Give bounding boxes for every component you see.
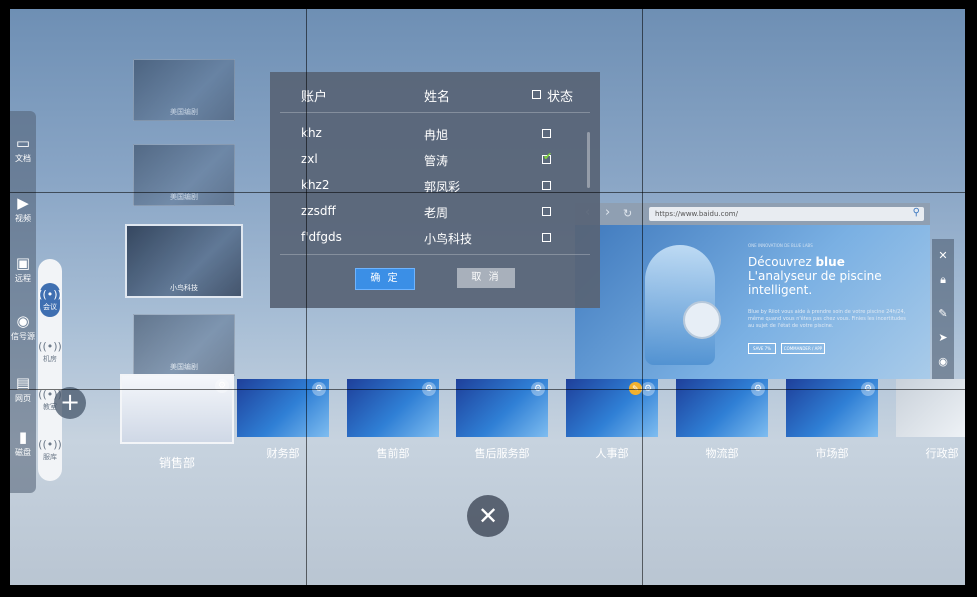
web-headline: Découvrez blue L'analyseur de piscine in…: [748, 255, 882, 297]
scrollbar[interactable]: [587, 132, 590, 188]
screen-seam: [306, 9, 307, 585]
web-button[interactable]: SAVE 7%: [748, 343, 776, 354]
department-card[interactable]: ⚙ 财务部: [237, 379, 329, 460]
department-card[interactable]: ⚙ 物流部: [676, 379, 768, 460]
row-checkbox[interactable]: [542, 181, 551, 190]
table-row[interactable]: khz 冉旭: [270, 122, 600, 148]
web-tagline: ONE INNOVATION DE BLUE LABS: [748, 243, 813, 248]
url-bar[interactable]: https://www.baidu.com/⚲: [649, 207, 924, 221]
web-button[interactable]: COMMANDER / APP: [781, 343, 825, 354]
video-wall-screen: 美国编剧 美国编剧 小鸟科技 美国编剧 ‹ › ↻ https://www.ba…: [10, 9, 965, 585]
webpage-content: ONE INNOVATION DE BLUE LABS Découvrez bl…: [575, 225, 930, 379]
signal-submenu: ((•)) 会议 ((•)) 机房 ((•)) 教室 ((•)) 服库: [38, 259, 62, 481]
broadcast-icon: ((•)): [38, 438, 62, 451]
web-body-text: Blue by Riiot vous aide à prendre soin d…: [748, 309, 906, 329]
department-card[interactable]: ⚙ 市场部: [786, 379, 878, 460]
divider: [280, 112, 590, 113]
screen-seam: [642, 9, 643, 585]
search-icon[interactable]: ⚲: [913, 206, 920, 220]
row-checkbox[interactable]: [542, 129, 551, 138]
broadcast-icon: ((•)): [38, 340, 62, 353]
select-all-checkbox[interactable]: [532, 90, 541, 99]
department-card-selected[interactable]: ⚙ 销售部: [120, 374, 234, 470]
monitor-icon: ▣: [15, 254, 31, 272]
browser-window[interactable]: ‹ › ↻ https://www.baidu.com/⚲ ONE INNOVA…: [575, 203, 930, 379]
left-dock: ▭ 文档 ▶ 视频 ▣ 远程 ◉ 信号源 ▤ 网页 ▮ 磁盘: [10, 111, 36, 493]
department-card[interactable]: ⚙ 售后服务部: [456, 379, 548, 460]
divider: [280, 254, 590, 255]
table-row[interactable]: zxl 管涛: [270, 148, 600, 174]
folder-icon: ▭: [15, 134, 31, 152]
lock-icon[interactable]: 🔒︎: [932, 273, 954, 287]
account-dialog: 账户 姓名 状态 khz 冉旭 zxl 管涛 khz2 郭凤彩 zzsdff 老…: [270, 72, 600, 308]
play-icon: ▶: [17, 194, 29, 212]
table-row[interactable]: zzsdff 老周: [270, 200, 600, 226]
row-checkbox-checked[interactable]: [542, 150, 552, 164]
product-badge: [683, 301, 721, 339]
confirm-button[interactable]: 确 定: [355, 268, 415, 290]
scene-thumbnail[interactable]: 美国编剧: [133, 314, 235, 376]
dock-item-disk[interactable]: ▮ 磁盘: [10, 429, 36, 458]
pointer-icon[interactable]: ➤: [932, 331, 954, 344]
department-card[interactable]: ⚙ 售前部: [347, 379, 439, 460]
dock-item-signal-source[interactable]: ◉ 信号源: [10, 313, 36, 342]
refresh-icon[interactable]: ↻: [623, 207, 632, 220]
scene-thumbnail-selected[interactable]: 小鸟科技: [125, 224, 243, 298]
header-status: 状态: [547, 90, 574, 105]
disk-icon: ▮: [18, 428, 28, 446]
broadcast-icon: ((•)): [38, 288, 62, 301]
signal-icon: ◉: [16, 312, 30, 330]
submenu-item-server-room[interactable]: ((•)) 机房: [38, 341, 62, 364]
close-button[interactable]: ✕: [467, 495, 509, 537]
submenu-item-meeting[interactable]: ((•)) 会议: [38, 283, 62, 317]
row-checkbox[interactable]: [542, 233, 551, 242]
dock-item-documents[interactable]: ▭ 文档: [10, 135, 36, 164]
pen-icon[interactable]: ✎: [932, 307, 954, 320]
scene-thumbnail[interactable]: 美国编剧: [133, 59, 235, 121]
table-row[interactable]: khz2 郭凤彩: [270, 174, 600, 200]
department-card[interactable]: ✎ ⚙ 人事部: [566, 379, 658, 460]
browser-toolbar: ‹ › ↻ https://www.baidu.com/⚲: [575, 203, 930, 225]
row-checkbox[interactable]: [542, 207, 551, 216]
camera-icon[interactable]: ◉: [932, 355, 954, 368]
screen-seam: [10, 192, 965, 193]
screen-seam: [10, 389, 965, 390]
close-icon[interactable]: ✕: [932, 249, 954, 262]
department-image: [896, 379, 965, 437]
submenu-item-service[interactable]: ((•)) 服库: [38, 439, 62, 462]
gear-icon[interactable]: ⚙: [215, 379, 229, 393]
header-name: 姓名: [424, 90, 451, 105]
cancel-button[interactable]: 取 消: [457, 268, 515, 288]
window-side-toolbar: ✕ 🔒︎ ✎ ➤ ◉: [932, 239, 954, 379]
dock-item-remote[interactable]: ▣ 远程: [10, 255, 36, 284]
dock-item-video[interactable]: ▶ 视频: [10, 195, 36, 224]
add-button[interactable]: +: [54, 387, 86, 419]
forward-icon[interactable]: ›: [605, 205, 610, 220]
scene-thumbnail[interactable]: 美国编剧: [133, 144, 235, 206]
table-row[interactable]: f'dfgds 小鸟科技: [270, 226, 600, 252]
department-card[interactable]: 行政部: [896, 379, 965, 460]
header-account: 账户: [301, 90, 328, 105]
